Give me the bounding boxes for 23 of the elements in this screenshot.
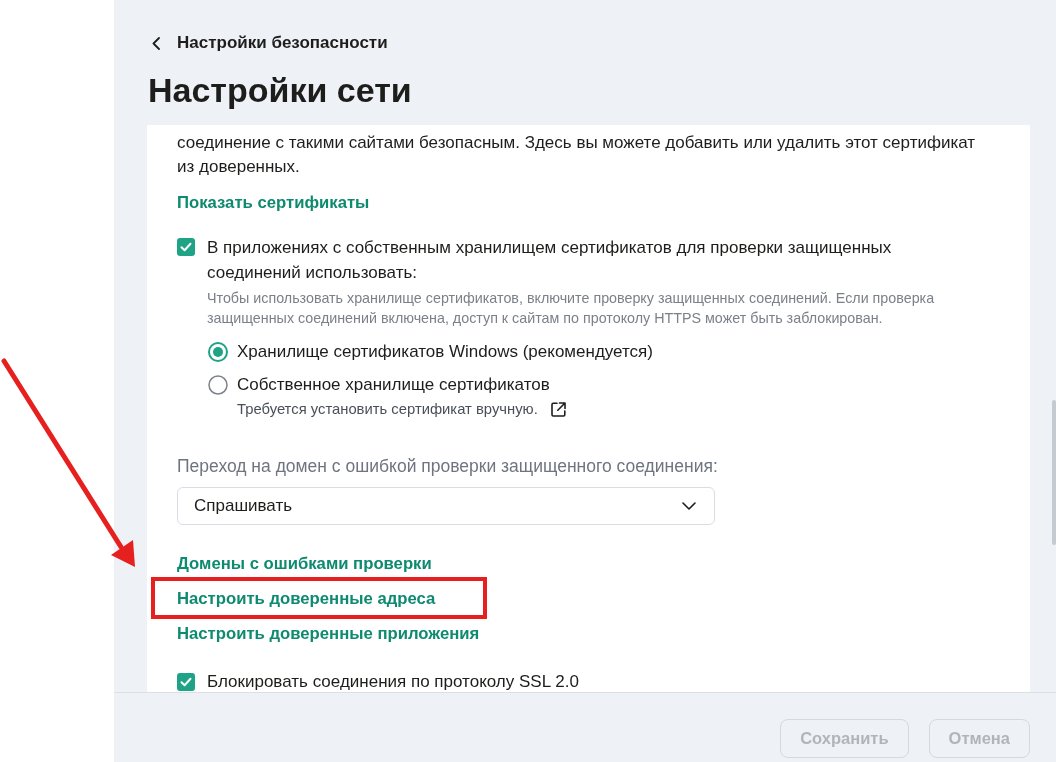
scrollbar-thumb[interactable] — [1052, 400, 1056, 545]
back-link[interactable]: Настройки безопасности — [148, 31, 388, 55]
settings-link[interactable]: Настроить доверенные приложения — [177, 622, 480, 646]
external-link-icon[interactable] — [550, 401, 566, 417]
dropdown[interactable]: Спрашивать — [177, 487, 715, 525]
chevron-down-icon — [682, 502, 696, 510]
note-text: Требуется установить сертификат вручную. — [237, 400, 538, 419]
show-certificates-link[interactable]: Показать сертификаты — [177, 191, 370, 215]
radio-label: Собственное хранилище сертификатов — [237, 374, 550, 396]
radio-button[interactable] — [208, 375, 228, 395]
hint-text: Чтобы использовать хранилище сертификатов, включите проверку защищенных соединений. Если проверка защищенных соединений включена, доступ к сайтам по протоколу HTTPS может быть заблокирован. — [207, 289, 936, 328]
checkbox-label: Блокировать соединения по протоколу SSL 2.0 — [207, 671, 579, 692]
checkbox[interactable] — [177, 238, 195, 256]
settings-link[interactable]: Настроить доверенные адреса — [177, 587, 436, 611]
chevron-left-icon — [152, 36, 160, 50]
settings-link[interactable]: Домены с ошибками проверки — [177, 552, 432, 576]
description-text: соединение с такими сайтами безопасным. Здесь вы можете добавить или удалить этот сертификат из доверенных. — [177, 132, 977, 178]
dropdown-label: Переход на домен с ошибкой проверки защищенного соединения: — [177, 455, 719, 478]
checkbox[interactable] — [177, 673, 195, 691]
radio-label: Хранилище сертификатов Windows (рекомендуется) — [237, 341, 653, 363]
checkbox-label: В приложениях с собственным хранилищем сертификатов для проверки защищенных соединений использовать: — [207, 237, 893, 284]
radio-button[interactable] — [208, 342, 228, 362]
page-title: Настройки сети — [148, 70, 412, 111]
